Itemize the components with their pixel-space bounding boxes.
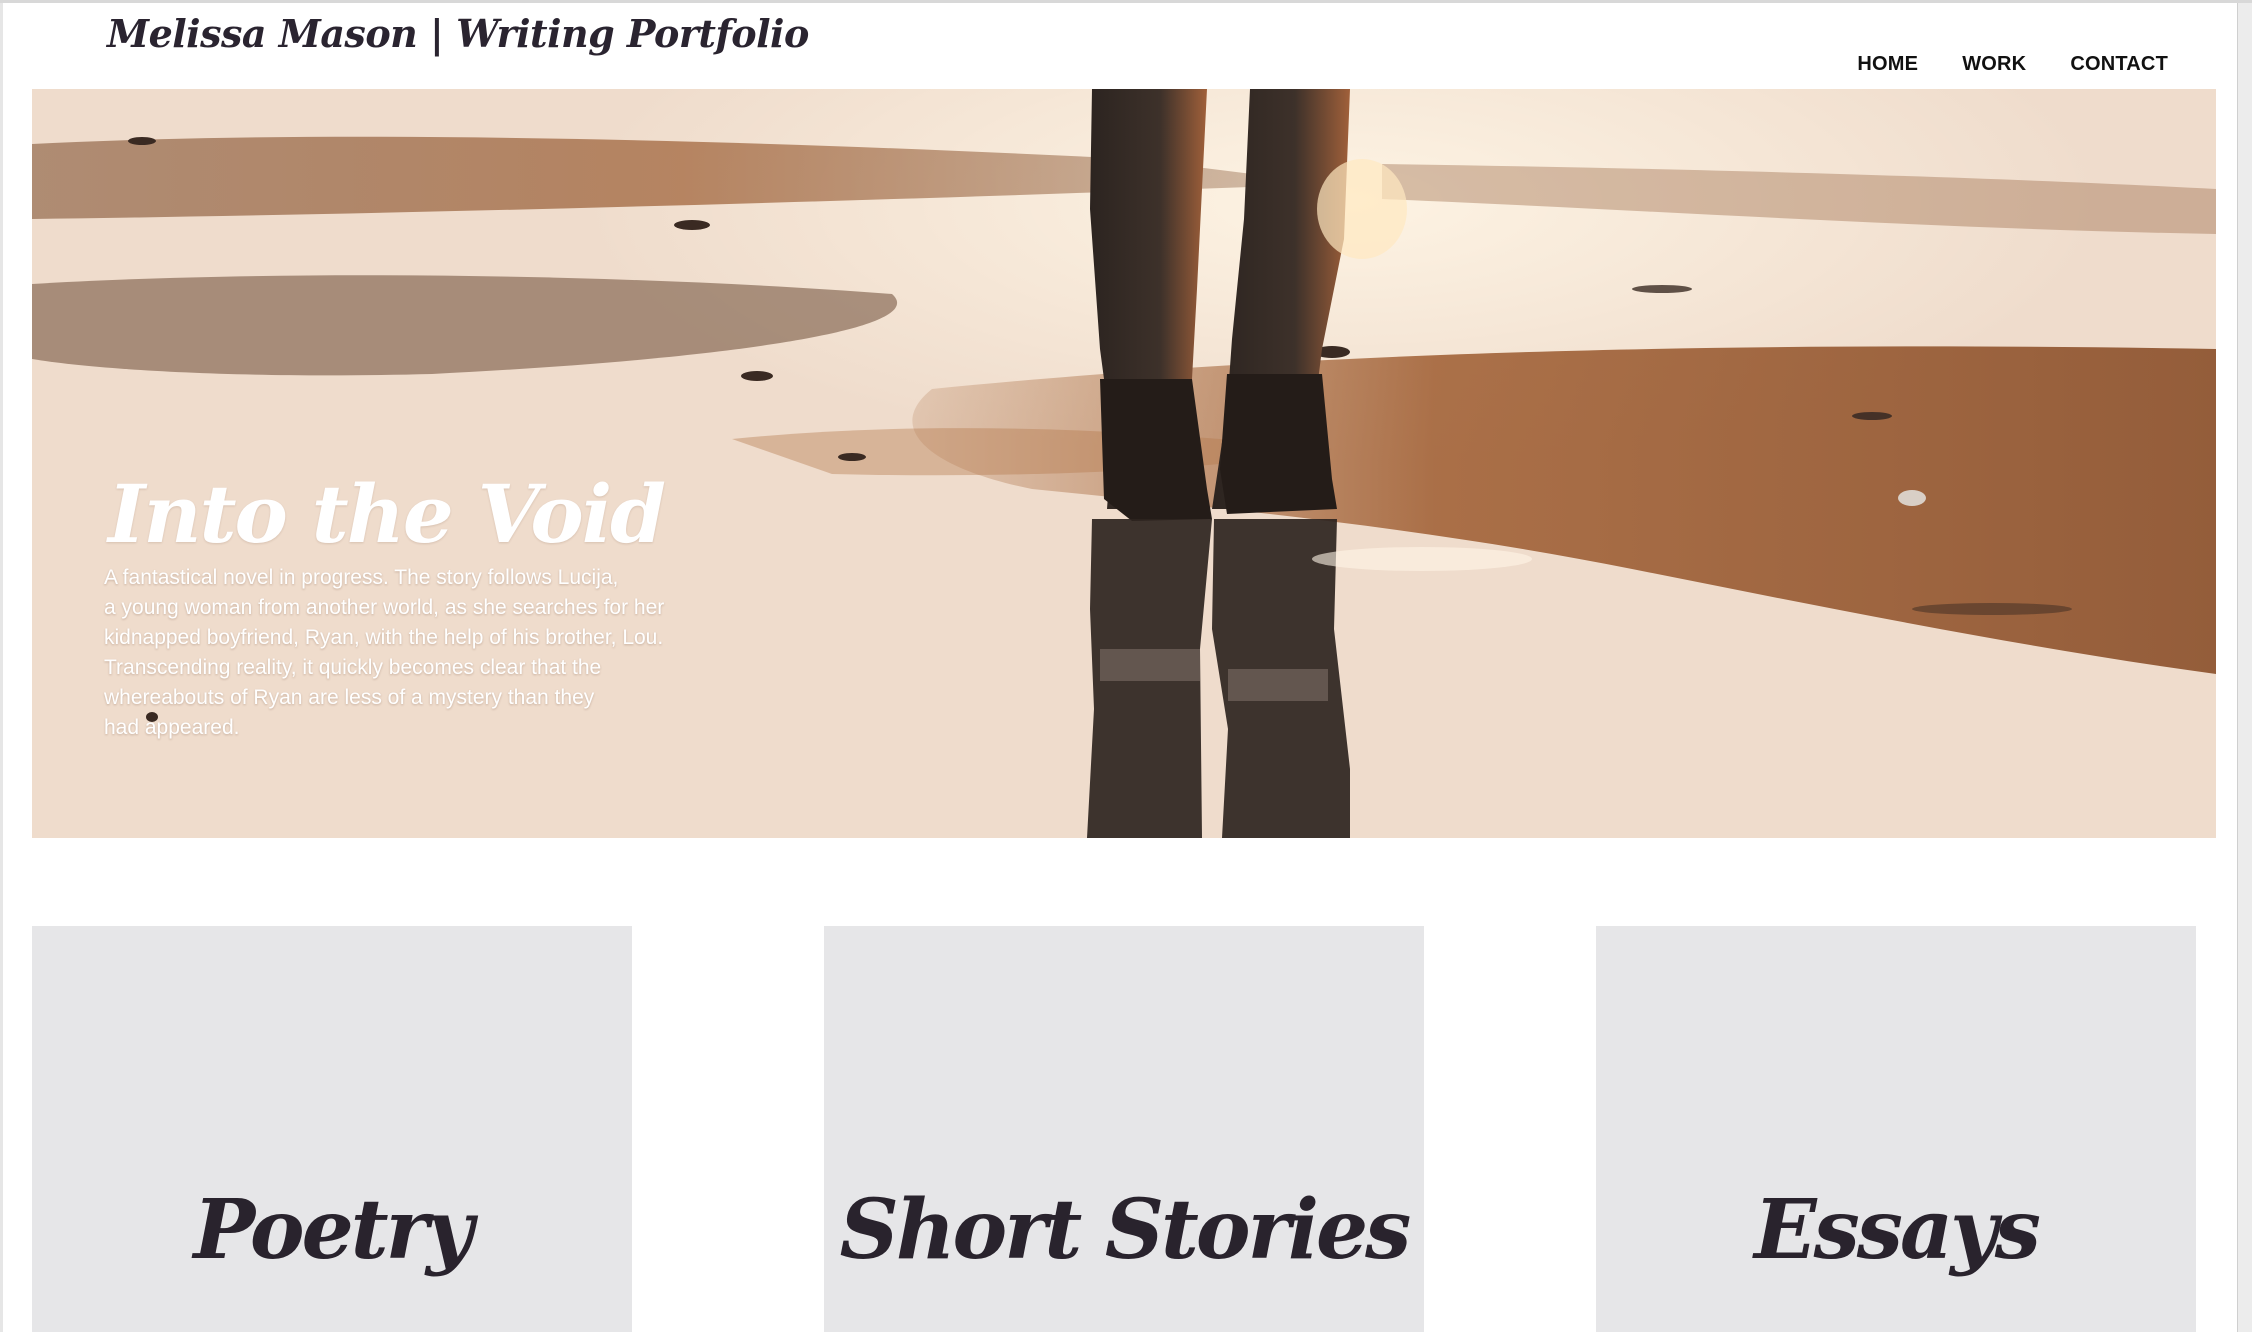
nav-work-link[interactable]: WORK	[1962, 53, 2026, 76]
portfolio-page: Melissa Mason | Writing Portfolio HOME W…	[0, 0, 2252, 1332]
category-card-poetry[interactable]: Poetry	[32, 926, 632, 1332]
hero-description-line: a young woman from another world, as she…	[104, 596, 665, 619]
site-title[interactable]: Melissa Mason | Writing Portfolio	[107, 11, 809, 56]
category-label: Essays	[1754, 1182, 2041, 1278]
nav-home-link[interactable]: HOME	[1857, 53, 1918, 76]
hero-description-line: whereabouts of Ryan are less of a myster…	[104, 686, 595, 709]
hero-title: Into the Void	[108, 467, 666, 561]
main-nav: HOME WORK CONTACT	[1857, 53, 2168, 76]
category-card-essays[interactable]: Essays	[1596, 926, 2196, 1332]
category-card-short-stories[interactable]: Short Stories	[824, 926, 1424, 1332]
nav-contact-link[interactable]: CONTACT	[2070, 53, 2168, 76]
hero-description-line: A fantastical novel in progress. The sto…	[104, 566, 619, 589]
hero-banner: Into the Void A fantastical novel in pro…	[32, 89, 2216, 838]
category-label: Short Stories	[839, 1182, 1412, 1278]
hero-description-line: Transcending reality, it quickly becomes…	[104, 656, 602, 679]
hero-description-line: kidnapped boyfriend, Ryan, with the help…	[104, 626, 664, 649]
window-edge	[0, 3, 3, 1332]
category-label: Poetry	[193, 1182, 473, 1278]
hero-description: A fantastical novel in progress. The sto…	[104, 563, 754, 743]
hero-description-line: had appeared.	[104, 716, 240, 739]
window-scrollbar[interactable]	[2237, 3, 2252, 1332]
